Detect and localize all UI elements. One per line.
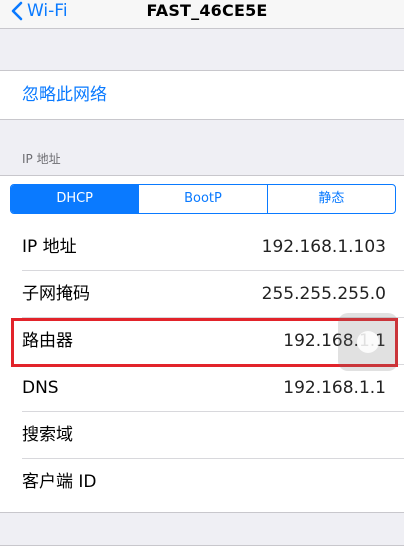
- client-id-row[interactable]: 客户端 ID: [0, 459, 404, 506]
- dns-label: DNS: [22, 378, 59, 398]
- search-domain-row[interactable]: 搜索域: [0, 412, 404, 459]
- ip-section-header: IP 地址: [22, 152, 61, 166]
- dns-row[interactable]: DNS 192.168.1.1: [0, 365, 404, 412]
- segment-bootp[interactable]: BootP: [139, 185, 268, 213]
- client-id-label: 客户端 ID: [22, 472, 97, 492]
- forget-network-button[interactable]: 忽略此网络: [22, 71, 107, 119]
- router-value: 192.168.1.1: [283, 331, 386, 351]
- ip-address-value: 192.168.1.103: [261, 237, 386, 257]
- ip-address-row: IP 地址 192.168.1.103: [0, 224, 404, 271]
- subnet-mask-value: 255.255.255.0: [261, 284, 386, 304]
- ip-mode-segmented-control: DHCP BootP 静态: [10, 184, 396, 214]
- subnet-mask-row: 子网掩码 255.255.255.0: [0, 271, 404, 318]
- search-domain-label: 搜索域: [22, 425, 73, 445]
- forget-network-group: 忽略此网络: [0, 70, 404, 120]
- router-label: 路由器: [22, 331, 73, 351]
- router-row: 路由器 192.168.1.1: [0, 318, 404, 365]
- ip-settings-group: DHCP BootP 静态 IP 地址 192.168.1.103 子网掩码 2…: [0, 175, 404, 513]
- ip-address-label: IP 地址: [22, 237, 77, 257]
- segment-dhcp[interactable]: DHCP: [11, 185, 140, 213]
- dns-value: 192.168.1.1: [283, 378, 386, 398]
- navigation-bar: Wi-Fi FAST_46CE5E: [0, 0, 404, 29]
- segment-static[interactable]: 静态: [268, 185, 395, 213]
- page-title: FAST_46CE5E: [146, 1, 268, 20]
- subnet-mask-label: 子网掩码: [22, 284, 90, 304]
